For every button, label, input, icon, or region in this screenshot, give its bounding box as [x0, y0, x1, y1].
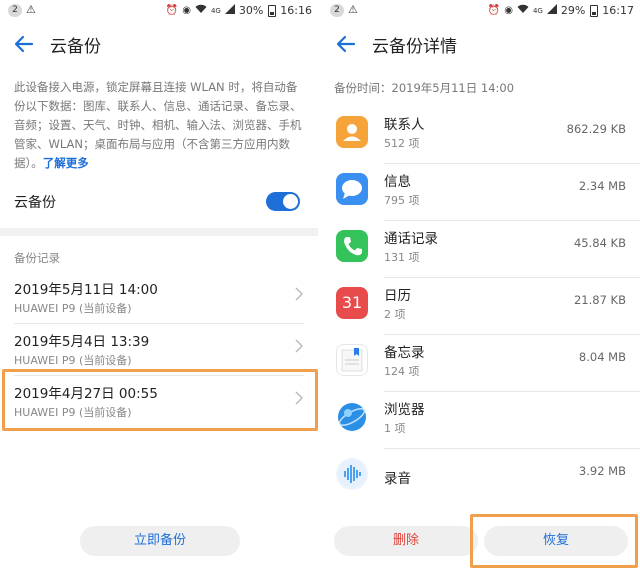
delete-button[interactable]: 删除 — [334, 526, 478, 556]
status-right: ⏰ ◉ 4G 30% 16:16 — [166, 4, 312, 17]
phone-icon — [336, 230, 368, 262]
record-device: HUAWEI P9 (当前设备) — [14, 302, 132, 315]
status-right: ⏰ ◉ 4G 29% 16:17 — [488, 4, 634, 17]
item-size: 862.29 KB — [566, 122, 626, 136]
back-arrow-icon[interactable] — [334, 33, 358, 55]
selected-record-highlight — [2, 369, 318, 431]
item-name: 信息 — [384, 174, 411, 190]
item-size: 3.92 MB — [578, 464, 626, 478]
backup-item-calendar: 31 日历 2 项 21.87 KB — [322, 278, 640, 335]
item-count: 795 项 — [384, 194, 420, 207]
item-count: 124 项 — [384, 365, 420, 378]
chevron-right-icon — [295, 339, 304, 353]
backup-record-item[interactable]: 2019年5月11日 14:00 HUAWEI P9 (当前设备) — [0, 272, 318, 324]
page-title: 云备份 — [50, 37, 101, 57]
notification-count-badge: 2 — [330, 4, 344, 17]
item-size: 2.34 MB — [578, 179, 626, 193]
battery-percent: 29% — [560, 4, 586, 17]
section-divider — [0, 228, 318, 236]
record-date: 2019年5月11日 14:00 — [14, 282, 158, 298]
record-device: HUAWEI P9 (当前设备) — [14, 354, 132, 367]
calendar-icon: 31 — [336, 287, 368, 319]
status-bar: 2 ⚠ ⏰ ◉ 4G 30% 16:16 — [0, 0, 318, 22]
item-size: 45.84 KB — [573, 236, 626, 250]
backup-item-messages: 信息 795 项 2.34 MB — [322, 164, 640, 221]
item-count: 131 项 — [384, 251, 420, 264]
learn-more-link[interactable]: 了解更多 — [43, 156, 89, 170]
backup-item-notes: 备忘录 124 项 8.04 MB — [322, 335, 640, 392]
item-name: 录音 — [384, 471, 411, 487]
item-name: 备忘录 — [384, 345, 425, 361]
clock: 16:17 — [602, 4, 634, 17]
item-count: 1 项 — [384, 422, 406, 435]
signal-icon — [546, 4, 557, 17]
backup-item-recorder: 录音 3.92 MB — [322, 449, 640, 506]
alarm-icon: ⏰ — [165, 5, 179, 16]
back-arrow-icon[interactable] — [12, 33, 36, 55]
cloud-backup-toggle-row: 云备份 — [14, 190, 304, 214]
eye-icon: ◉ — [504, 5, 513, 16]
battery-icon — [590, 4, 599, 17]
title-bar: 云备份详情 — [322, 24, 640, 64]
cloud-backup-screen: 2 ⚠ ⏰ ◉ 4G 30% 16:16 云备份 此设备接入电源，锁定屏幕且连接… — [0, 0, 318, 568]
signal-icon — [224, 4, 235, 17]
item-size: 8.04 MB — [578, 350, 626, 364]
wifi-icon — [517, 4, 529, 17]
alarm-icon: ⏰ — [487, 5, 501, 16]
record-date: 2019年5月4日 13:39 — [14, 334, 150, 350]
messages-icon — [336, 173, 368, 205]
switch-knob — [283, 194, 298, 209]
toggle-label: 云备份 — [14, 195, 56, 211]
eye-icon: ◉ — [182, 5, 191, 16]
backup-item-contacts: 联系人 512 项 862.29 KB — [322, 107, 640, 164]
item-name: 联系人 — [384, 117, 425, 133]
notification-icon: ⚠ — [348, 3, 358, 16]
notification-icon: ⚠ — [26, 3, 36, 16]
item-count: 2 项 — [384, 308, 406, 321]
contacts-icon — [336, 116, 368, 148]
backup-records-label: 备份记录 — [14, 251, 60, 265]
item-size: 21.87 KB — [573, 293, 626, 307]
item-name: 通话记录 — [384, 231, 438, 247]
item-count: 512 项 — [384, 137, 420, 150]
calendar-day: 31 — [341, 293, 363, 312]
notes-icon — [336, 344, 368, 376]
title-bar: 云备份 — [0, 24, 318, 64]
backup-item-browser: 浏览器 1 项 — [322, 392, 640, 449]
backup-item-call-log: 通话记录 131 项 45.84 KB — [322, 221, 640, 278]
cloud-backup-details-screen: 2 ⚠ ⏰ ◉ 4G 29% 16:17 云备份详情 备份时间：2019年5月1… — [322, 0, 640, 568]
chevron-right-icon — [295, 287, 304, 301]
browser-icon — [336, 401, 368, 433]
recorder-icon — [336, 458, 368, 490]
status-bar: 2 ⚠ ⏰ ◉ 4G 29% 16:17 — [322, 0, 640, 22]
item-name: 日历 — [384, 288, 411, 304]
battery-icon — [268, 4, 277, 17]
backup-time: 备份时间：2019年5月11日 14:00 — [334, 81, 515, 95]
notification-count-badge: 2 — [8, 4, 22, 17]
item-name: 浏览器 — [384, 402, 425, 418]
backup-now-button[interactable]: 立即备份 — [80, 526, 240, 556]
battery-percent: 30% — [238, 4, 264, 17]
network-label: 4G — [532, 6, 543, 15]
network-label: 4G — [210, 6, 221, 15]
cloud-backup-switch[interactable] — [266, 192, 300, 211]
auto-backup-description: 此设备接入电源，锁定屏幕且连接 WLAN 时，将自动备份以下数据：图库、联系人、… — [14, 78, 306, 173]
page-title: 云备份详情 — [372, 37, 457, 57]
restore-button-highlight — [470, 514, 638, 568]
wifi-icon — [195, 4, 207, 17]
clock: 16:16 — [280, 4, 312, 17]
